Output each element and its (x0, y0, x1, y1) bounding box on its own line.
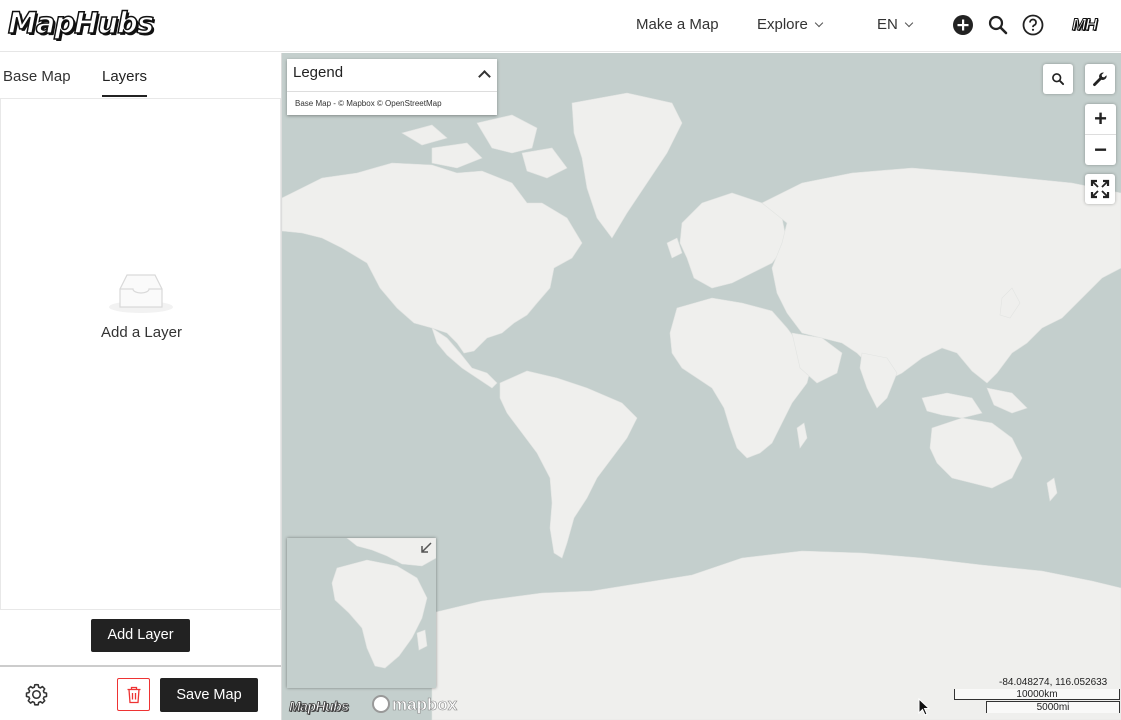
active-tab-indicator (102, 95, 147, 97)
zoom-in-button[interactable]: + (1085, 104, 1116, 134)
add-circle-icon[interactable] (952, 14, 974, 36)
nav-explore-label: Explore (757, 16, 808, 33)
fullscreen-icon (1090, 179, 1110, 199)
add-layer-button[interactable]: Add Layer (91, 619, 190, 652)
legend-title: Legend (293, 64, 344, 81)
language-selector[interactable]: EN (877, 16, 914, 33)
fullscreen-button[interactable] (1085, 174, 1115, 204)
mapbox-logo[interactable]: mapbox (372, 695, 457, 715)
overview-minimap[interactable] (287, 538, 436, 688)
map-search-button[interactable] (1043, 64, 1073, 94)
chevron-up-icon[interactable] (478, 70, 491, 83)
user-avatar[interactable]: MH (1071, 15, 1097, 35)
legend-divider (287, 91, 497, 92)
basemap-attribution: Base Map - © Mapbox © OpenStreetMap (295, 99, 442, 108)
search-icon (1052, 73, 1065, 86)
legend-panel: Legend Base Map - © Mapbox © OpenStreetM… (287, 59, 497, 115)
mouse-cursor-icon (918, 698, 930, 716)
save-map-button[interactable]: Save Map (160, 678, 258, 712)
trash-icon (127, 686, 141, 704)
collapse-arrow-icon[interactable] (420, 542, 432, 554)
zoom-out-button[interactable]: − (1085, 135, 1116, 165)
help-icon[interactable] (1022, 14, 1044, 36)
scale-bar: 10000km 5000mi (954, 689, 1120, 717)
chevron-down-icon (904, 18, 914, 28)
delete-map-button[interactable] (117, 678, 150, 711)
nav-make-a-map[interactable]: Make a Map (636, 16, 719, 33)
scale-mi: 5000mi (986, 701, 1120, 713)
scale-km: 10000km (954, 689, 1120, 700)
cursor-coordinates: -84.048274, 116.052633 (999, 677, 1108, 688)
layer-list: Add a Layer (0, 99, 281, 610)
mapbox-ring-icon (372, 695, 390, 713)
zoom-controls: + − (1085, 104, 1116, 165)
inbox-icon (109, 274, 173, 313)
search-icon[interactable] (987, 14, 1009, 36)
nav-explore[interactable]: Explore (757, 16, 824, 33)
tab-layers[interactable]: Layers (102, 68, 147, 85)
sidebar-footer: Save Map (0, 665, 281, 720)
wrench-icon (1093, 72, 1107, 87)
top-header: MapHubs Make a Map Explore EN MH (0, 0, 1121, 52)
mapbox-label: mapbox (392, 695, 458, 715)
left-panel: Base Map Layers Add a Layer Add Layer Sa… (0, 53, 282, 720)
gear-icon[interactable] (24, 682, 49, 707)
chevron-down-icon (814, 18, 824, 28)
language-label: EN (877, 16, 898, 33)
map-tools-button[interactable] (1085, 64, 1115, 94)
maphubs-watermark: MapHubs (289, 698, 350, 715)
tab-base-map[interactable]: Base Map (3, 68, 71, 85)
map-canvas[interactable]: Legend Base Map - © Mapbox © OpenStreetM… (282, 53, 1121, 720)
maphubs-logo[interactable]: MapHubs (7, 5, 155, 41)
empty-state-text: Add a Layer (101, 324, 182, 341)
minimap-basemap (331, 538, 436, 669)
